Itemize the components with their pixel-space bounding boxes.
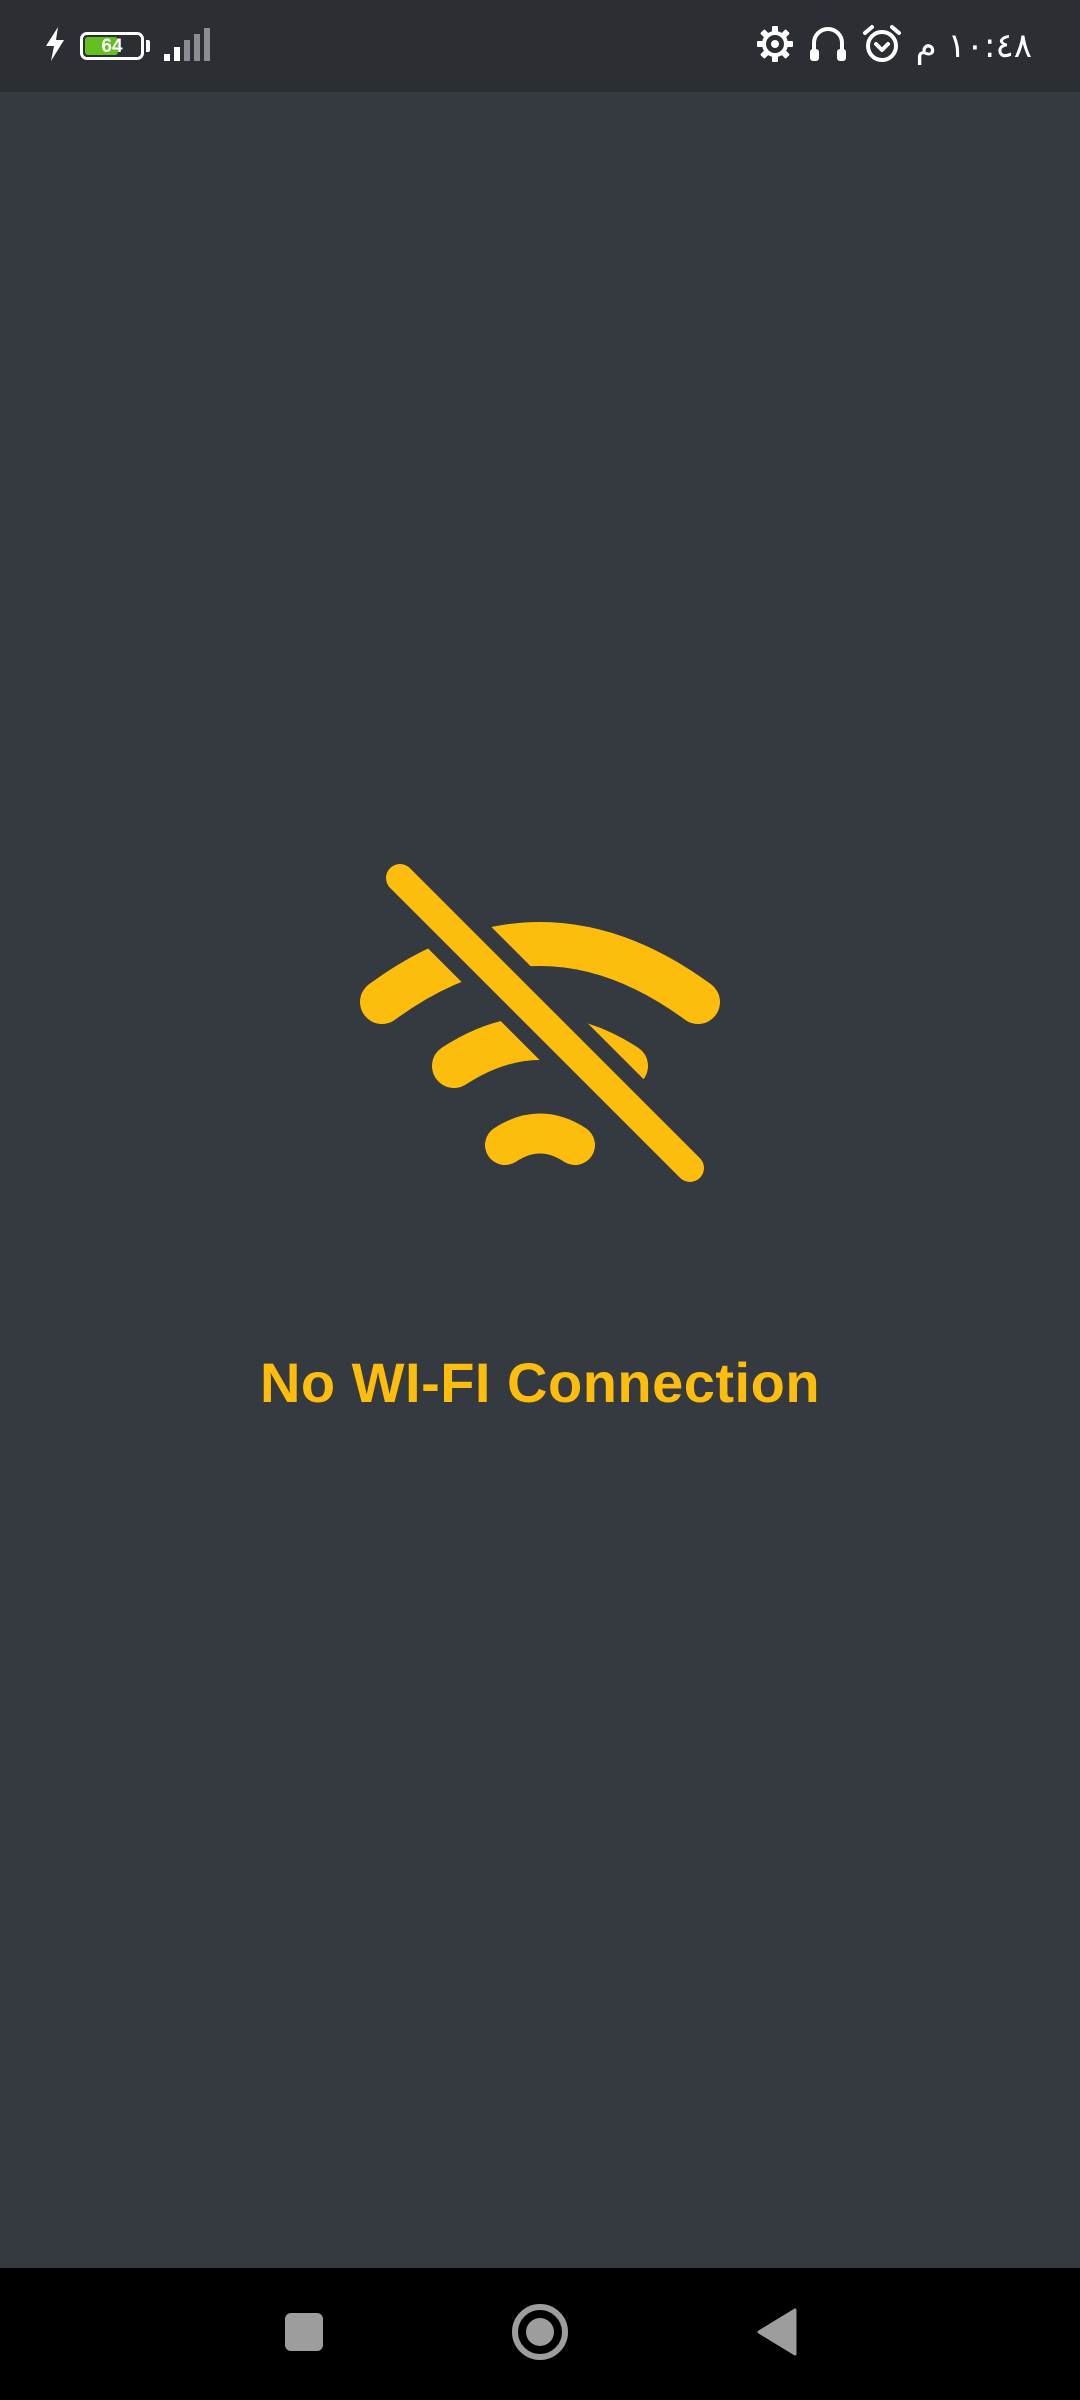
back-triangle-icon: [755, 2308, 797, 2361]
status-bar-left: 64: [44, 0, 214, 92]
back-button[interactable]: [716, 2268, 836, 2400]
navigation-bar: [0, 2268, 1080, 2400]
alarm-icon: [862, 24, 902, 69]
settings-gear-icon: [756, 25, 794, 68]
recents-button[interactable]: [244, 2268, 364, 2400]
clock: ١٠:٤٨ م: [915, 26, 1032, 66]
square-icon: [284, 2312, 324, 2357]
battery-icon: 64: [80, 32, 144, 60]
signal-icon: [164, 27, 214, 66]
home-button[interactable]: [480, 2268, 600, 2400]
no-connection-message: No WI-FI Connection: [259, 1351, 821, 1414]
wifi-off-icon: [350, 838, 730, 1208]
no-connection-panel: No WI-FI Connection: [0, 838, 1080, 1415]
headphones-icon: [808, 25, 848, 68]
status-bar-right: ١٠:٤٨ م: [756, 0, 1032, 92]
status-bar: 64 ١٠:٤٨ م: [0, 0, 1080, 92]
battery-nub: [146, 40, 150, 52]
circle-icon: [511, 2303, 569, 2366]
battery-level: 64: [101, 35, 123, 57]
charging-bolt-icon: [44, 26, 66, 66]
